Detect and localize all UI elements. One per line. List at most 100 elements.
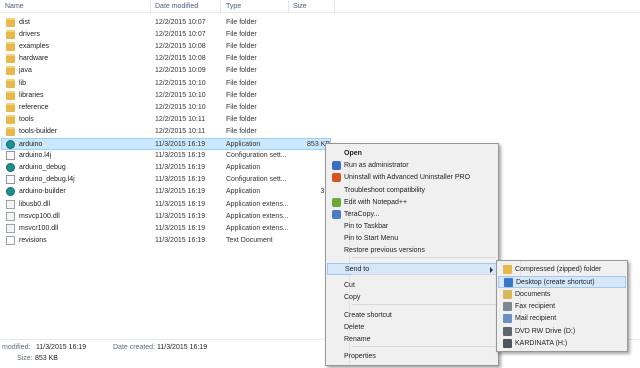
file-name: libusb0.dll	[19, 200, 51, 208]
menu-item-label: Copy	[344, 294, 361, 301]
menu-item-troubleshoot-compatibility[interactable]: Troubleshoot compatibility	[327, 185, 497, 197]
file-row[interactable]: lib 12/2/2015 10:10 File folder	[2, 78, 338, 90]
file-row[interactable]: libraries 12/2/2015 10:10 File folder	[2, 90, 338, 102]
folder-icon	[6, 42, 15, 52]
file-type: File folder	[226, 31, 257, 39]
menu-separator	[352, 257, 496, 258]
column-divider[interactable]	[150, 0, 151, 13]
created-label: Date created:	[113, 344, 156, 351]
menu-item-label: Pin to Taskbar	[344, 223, 389, 230]
send-to-item-kardinata-h[interactable]: KARDINATA (H:)	[498, 338, 626, 350]
file-name: examples	[19, 43, 49, 51]
column-type[interactable]: Type	[226, 3, 241, 10]
config-file-icon	[6, 175, 15, 185]
file-date: 12/2/2015 10:10	[155, 91, 206, 99]
file-type: Application	[226, 188, 261, 196]
file-type: File folder	[226, 103, 257, 111]
size-value: 853 KB	[35, 355, 58, 362]
file-row[interactable]: drivers 12/2/2015 10:07 File folder	[2, 29, 338, 41]
file-row[interactable]: libusb0.dll 11/3/2015 16:19 Application ex…	[2, 199, 338, 211]
column-divider[interactable]	[288, 0, 289, 13]
menu-item-run-as-administrator[interactable]: Run as administrator	[327, 160, 497, 172]
column-date-modified[interactable]: Date modified	[155, 3, 198, 10]
size-label: Size:	[17, 355, 33, 362]
column-size[interactable]: Size	[293, 3, 307, 10]
modified-value: 11/3/2015 16:19	[36, 344, 87, 351]
menu-item-label: Mail recipient	[515, 315, 557, 323]
send-to-item-desktop-create-shortcut[interactable]: Desktop (create shortcut)	[498, 276, 626, 289]
menu-item-create-shortcut[interactable]: Create shortcut	[327, 310, 497, 322]
menu-item-uninstall-with-advanced-uninstaller-pro[interactable]: Uninstall with Advanced Uninstaller PRO	[327, 172, 497, 184]
menu-item-copy[interactable]: Copy	[327, 292, 497, 304]
file-date: 12/2/2015 10:08	[155, 55, 206, 63]
menu-item-label: Restore previous versions	[344, 247, 425, 254]
file-date: 12/2/2015 10:10	[155, 103, 206, 111]
file-date: 12/2/2015 10:07	[155, 19, 206, 26]
dll-file-icon	[6, 211, 15, 221]
file-date: 11/3/2015 16:19	[155, 176, 206, 184]
menu-item-restore-previous-versions[interactable]: Restore previous versions	[327, 245, 497, 257]
dll-file-icon	[6, 199, 15, 209]
file-row[interactable]: examples 12/2/2015 10:08 File folder	[2, 41, 338, 53]
file-row[interactable]: arduino.l4j 11/3/2015 16:19 Configuration …	[2, 150, 338, 162]
file-date: 12/2/2015 10:10	[155, 79, 206, 87]
file-row[interactable]: arduino_debug.l4j 11/3/2015 16:19 Configur…	[2, 174, 338, 186]
send-to-item-documents[interactable]: Documents	[498, 289, 626, 301]
menu-item-properties[interactable]: Properties	[327, 351, 497, 363]
menu-item-label: Delete	[344, 324, 365, 331]
file-row[interactable]: tools-builder 12/2/2015 10:11 File folder	[2, 126, 338, 138]
folder-icon	[6, 78, 15, 88]
file-row[interactable]: java 12/2/2015 10:09 File folder	[2, 65, 338, 77]
column-divider[interactable]	[334, 0, 335, 13]
folder-icon	[6, 102, 15, 112]
file-row[interactable]: tools 12/2/2015 10:11 File folder	[2, 114, 338, 126]
send-to-item-compressed-zipped-folder[interactable]: Compressed (zipped) folder	[498, 264, 626, 276]
file-row[interactable]: hardware 12/2/2015 10:08 File folder	[2, 53, 338, 65]
file-date: 11/3/2015 16:19	[155, 224, 206, 232]
menu-item-teracopy[interactable]: TeraCopy...	[327, 209, 497, 221]
file-row[interactable]: msvcp100.dll 11/3/2015 16:19 Application e…	[2, 211, 338, 223]
send-to-item-dvd-rw-drive-d[interactable]: DVD RW Drive (D:)	[498, 326, 626, 338]
teracopy-icon	[332, 210, 341, 219]
fax-icon	[503, 301, 512, 311]
menu-item-edit-with-notepad[interactable]: Edit with Notepad++	[327, 197, 497, 209]
menu-item-pin-to-taskbar[interactable]: Pin to Taskbar	[327, 221, 497, 233]
file-name: msvcp100.dll	[19, 212, 60, 220]
file-type: Text Document	[226, 236, 273, 244]
file-type: Application	[226, 141, 261, 148]
column-name[interactable]: Name	[5, 3, 24, 10]
file-row[interactable]: dist 12/2/2015 10:07 File folder	[2, 17, 338, 29]
mail-icon	[503, 314, 512, 324]
menu-item-cut[interactable]: Cut	[327, 280, 497, 292]
submenu-arrow-icon	[490, 267, 493, 273]
zip-folder-icon	[503, 265, 512, 274]
menu-item-open[interactable]: Open	[327, 148, 497, 160]
menu-item-label: Uninstall with Advanced Uninstaller PRO	[344, 174, 471, 181]
menu-item-label: Documents	[515, 290, 551, 298]
file-type: File folder	[226, 19, 257, 26]
file-row[interactable]: arduino-builder 11/3/2015 16:19 Applicatio…	[2, 186, 338, 198]
menu-item-delete[interactable]: Delete	[327, 322, 497, 334]
file-row[interactable]: reference 12/2/2015 10:10 File folder	[2, 102, 338, 114]
send-to-item-fax-recipient[interactable]: Fax recipient	[498, 301, 626, 313]
file-row[interactable]: msvcr100.dll 11/3/2015 16:19 Application e…	[2, 223, 338, 235]
file-row[interactable]: revisions11/3/2015 16:19Text Document71	[2, 235, 338, 247]
created-value: 11/3/2015 16:19	[157, 344, 208, 351]
menu-item-label: Create shortcut	[344, 312, 392, 319]
application-icon	[6, 187, 15, 197]
file-date: 12/2/2015 10:07	[155, 31, 206, 39]
folder-icon	[6, 18, 15, 27]
config-file-icon	[6, 151, 15, 161]
send-to-item-mail-recipient[interactable]: Mail recipient	[498, 313, 626, 325]
file-row[interactable]: arduino 11/3/2015 16:19 Application 853 KB	[1, 138, 331, 150]
menu-item-rename[interactable]: Rename	[327, 334, 497, 346]
column-divider[interactable]	[220, 0, 221, 13]
arduino-app-icon	[6, 140, 15, 149]
uac-shield-icon	[332, 161, 341, 170]
file-date: 11/3/2015 16:19	[155, 152, 206, 160]
file-type: File folder	[226, 43, 257, 51]
menu-item-label: Fax recipient	[515, 302, 556, 310]
menu-item-pin-to-start-menu[interactable]: Pin to Start Menu	[327, 233, 497, 245]
file-row[interactable]: arduino_debug11/3/2015 16:19Application3…	[2, 162, 338, 174]
modified-label: modified:	[2, 344, 31, 351]
